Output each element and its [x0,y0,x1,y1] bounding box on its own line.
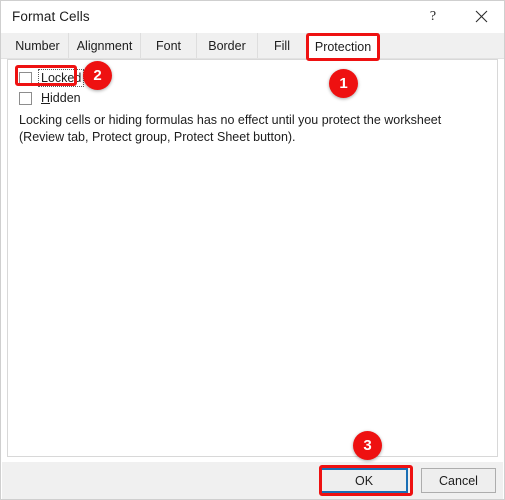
help-icon: ? [429,8,437,24]
protection-description: Locking cells or hiding formulas has no … [19,113,442,144]
close-icon [475,10,487,23]
cancel-button[interactable]: Cancel [421,468,496,493]
tab-strip: Number Alignment Font Border Fill Protec… [1,33,504,59]
ok-button[interactable]: OK [320,468,408,493]
tab-fill[interactable]: Fill [258,33,307,58]
title-bar: Format Cells ? [1,1,504,33]
tab-number[interactable]: Number [7,33,69,58]
dialog-footer: OK Cancel [2,462,503,499]
hidden-checkbox[interactable]: Hidden [19,90,83,106]
window-title: Format Cells [12,9,90,24]
tab-alignment[interactable]: Alignment [69,33,141,58]
hidden-checkbox-label: Hidden [41,91,81,105]
tab-font[interactable]: Font [141,33,197,58]
tab-protection[interactable]: Protection [307,33,379,59]
tab-border[interactable]: Border [197,33,258,58]
annotation-badge-2: 2 [83,61,112,90]
protection-panel: Locked Hidden Locking cells or hiding fo… [7,59,498,457]
format-cells-dialog: Format Cells ? Number Alignment Font Bor… [0,0,505,500]
close-button[interactable] [460,1,502,32]
annotation-badge-1: 1 [329,69,358,98]
checkbox-box-locked[interactable] [19,71,32,85]
locked-checkbox-label: Locked [37,69,85,87]
checkbox-box-hidden[interactable] [19,91,32,105]
help-button[interactable]: ? [412,1,454,32]
annotation-badge-3: 3 [353,431,382,460]
locked-checkbox[interactable]: Locked [19,69,85,87]
